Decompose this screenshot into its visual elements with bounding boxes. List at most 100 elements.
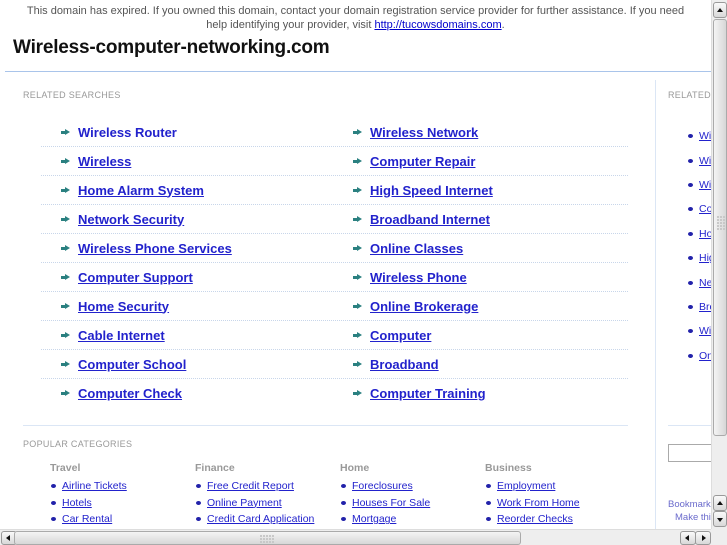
sidebar-link[interactable]: Wi bbox=[699, 130, 711, 142]
related-search-link[interactable]: Online Brokerage bbox=[370, 299, 478, 314]
bullet-icon bbox=[688, 134, 693, 139]
arrow-right-icon bbox=[353, 128, 363, 137]
sidebar-list-item: Co bbox=[688, 197, 711, 221]
category-link[interactable]: Airline Tickets bbox=[62, 480, 127, 492]
popular-categories: Travel Airline Tickets Hotels Car Rental Fin… bbox=[50, 462, 630, 528]
related-search-link[interactable]: Broadband bbox=[370, 357, 439, 372]
related-search-link[interactable]: Home Security bbox=[78, 299, 169, 314]
related-search-link[interactable]: Broadband Internet bbox=[370, 212, 490, 227]
right-sidebar: RELATED WiWiWiCoHoHigNeBroWiOn Bookmark … bbox=[656, 72, 711, 529]
arrow-right-icon bbox=[61, 186, 71, 195]
category-item: Houses For Sale bbox=[340, 495, 485, 512]
category-heading: Home bbox=[340, 462, 370, 474]
sidebar-list-item: Ne bbox=[688, 270, 711, 294]
category-item: Employment bbox=[485, 478, 630, 495]
related-search-link[interactable]: Computer School bbox=[78, 357, 186, 372]
sidebar-section-divider bbox=[668, 425, 711, 426]
scroll-up-button-lower[interactable] bbox=[713, 495, 727, 511]
horizontal-scroll-thumb[interactable] bbox=[14, 531, 521, 545]
related-search-link[interactable]: Cable Internet bbox=[78, 328, 165, 343]
arrow-left-icon bbox=[685, 535, 689, 541]
bullet-icon bbox=[51, 484, 56, 489]
related-search-item: Computer Training bbox=[332, 379, 623, 408]
sidebar-link[interactable]: Co bbox=[699, 203, 711, 215]
scroll-down-button[interactable] bbox=[713, 511, 727, 527]
sidebar-link[interactable]: Ho bbox=[699, 228, 711, 240]
expired-notice: This domain has expired. If you owned th… bbox=[0, 4, 711, 32]
bullet-icon bbox=[688, 256, 693, 261]
related-search-link[interactable]: Computer Check bbox=[78, 386, 182, 401]
category-link[interactable]: Free Credit Report bbox=[207, 480, 294, 492]
arrow-right-icon bbox=[353, 215, 363, 224]
arrow-up-icon bbox=[717, 501, 723, 505]
related-search-link[interactable]: Wireless Phone Services bbox=[78, 241, 232, 256]
bullet-icon bbox=[688, 280, 693, 285]
related-search-link[interactable]: Wireless Network bbox=[370, 125, 478, 140]
category-link[interactable]: Reorder Checks bbox=[497, 513, 573, 525]
category-link[interactable]: Hotels bbox=[62, 497, 92, 509]
popular-categories-label: POPULAR CATEGORIES bbox=[23, 439, 133, 449]
category-link[interactable]: Work From Home bbox=[497, 497, 580, 509]
category-link[interactable]: Foreclosures bbox=[352, 480, 413, 492]
arrow-right-icon bbox=[353, 302, 363, 311]
related-search-link[interactable]: Wireless bbox=[78, 154, 131, 169]
sidebar-search-input[interactable] bbox=[668, 444, 711, 462]
category-heading: Finance bbox=[195, 462, 235, 474]
arrow-right-icon bbox=[702, 535, 706, 541]
category-link[interactable]: Mortgage bbox=[352, 513, 396, 525]
bullet-icon bbox=[51, 500, 56, 505]
related-search-link[interactable]: Home Alarm System bbox=[78, 183, 204, 198]
related-search-item: Wireless Network bbox=[332, 118, 623, 146]
related-search-link[interactable]: Online Classes bbox=[370, 241, 463, 256]
sidebar-link[interactable]: Wi bbox=[699, 155, 711, 167]
related-search-link[interactable]: Wireless Phone bbox=[370, 270, 467, 285]
scroll-left-button-right[interactable] bbox=[680, 531, 696, 545]
category-column: Business Employment Work From Home Reorder … bbox=[485, 462, 630, 528]
bullet-icon bbox=[688, 353, 693, 358]
vertical-scroll-thumb[interactable] bbox=[713, 19, 727, 436]
arrow-right-icon bbox=[353, 389, 363, 398]
bookmark-link[interactable]: Bookmark bbox=[668, 499, 711, 510]
sidebar-link[interactable]: Wi bbox=[699, 179, 711, 191]
arrow-right-icon bbox=[353, 331, 363, 340]
category-item: Hotels bbox=[50, 495, 195, 512]
arrow-right-icon bbox=[61, 157, 71, 166]
arrow-down-icon bbox=[717, 518, 723, 522]
related-search-link[interactable]: Computer Training bbox=[370, 386, 486, 401]
category-link[interactable]: Houses For Sale bbox=[352, 497, 430, 509]
category-link[interactable]: Car Rental bbox=[62, 513, 112, 525]
related-search-item: Computer Check bbox=[41, 379, 332, 408]
related-search-link[interactable]: Computer Repair bbox=[370, 154, 475, 169]
scroll-right-button[interactable] bbox=[695, 531, 711, 545]
category-item: Car Rental bbox=[50, 511, 195, 528]
related-search-link[interactable]: Wireless Router bbox=[78, 125, 177, 140]
related-search-link[interactable]: Network Security bbox=[78, 212, 184, 227]
make-homepage-link[interactable]: Make thi bbox=[675, 512, 711, 523]
arrow-right-icon bbox=[61, 244, 71, 253]
arrow-right-icon bbox=[353, 244, 363, 253]
sidebar-link[interactable]: Ne bbox=[699, 277, 711, 289]
bullet-icon bbox=[688, 182, 693, 187]
category-link[interactable]: Online Payment bbox=[207, 497, 282, 509]
scroll-up-button[interactable] bbox=[713, 2, 727, 18]
sidebar-list-item: Hig bbox=[688, 246, 711, 270]
sidebar-link[interactable]: Wi bbox=[699, 325, 711, 337]
related-search-item: Wireless Phone Services bbox=[41, 234, 332, 262]
arrow-right-icon bbox=[61, 389, 71, 398]
related-search-item: Computer Support bbox=[41, 263, 332, 291]
related-search-row: Computer School Broadband bbox=[41, 350, 628, 379]
related-search-link[interactable]: High Speed Internet bbox=[370, 183, 493, 198]
tucows-link[interactable]: http://tucowsdomains.com bbox=[374, 19, 501, 31]
related-search-row: Wireless Router Wireless Network bbox=[41, 118, 628, 147]
sidebar-link[interactable]: On bbox=[699, 350, 711, 362]
category-link[interactable]: Credit Card Application bbox=[207, 513, 314, 525]
sidebar-link[interactable]: Hig bbox=[699, 252, 711, 264]
horizontal-scrollbar[interactable] bbox=[0, 529, 711, 545]
vertical-scrollbar[interactable] bbox=[711, 0, 727, 529]
related-search-link[interactable]: Computer bbox=[370, 328, 431, 343]
sidebar-link[interactable]: Bro bbox=[699, 301, 711, 313]
category-link[interactable]: Employment bbox=[497, 480, 555, 492]
category-column: Finance Free Credit Report Online Payment C… bbox=[195, 462, 340, 528]
related-search-link[interactable]: Computer Support bbox=[78, 270, 193, 285]
bullet-icon bbox=[196, 517, 201, 522]
